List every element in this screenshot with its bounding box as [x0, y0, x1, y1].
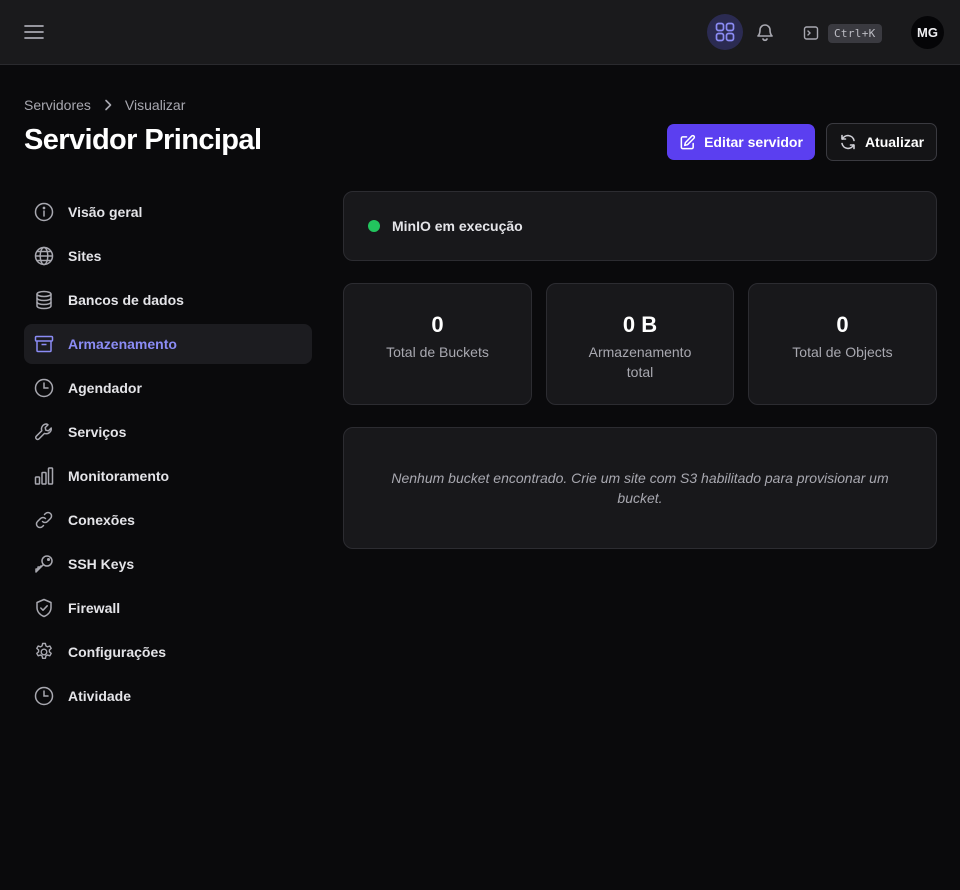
stat-card-buckets: 0 Total de Buckets [343, 283, 532, 405]
sidebar-item-label: Conexões [68, 512, 135, 528]
minio-status-card: MinIO em execução [343, 191, 937, 261]
sidebar-item-databases[interactable]: Bancos de dados [24, 280, 312, 320]
wrench-icon [34, 422, 54, 442]
sidebar-item-settings[interactable]: Configurações [24, 632, 312, 672]
sidebar-item-label: Atividade [68, 688, 132, 704]
apps-button[interactable] [707, 14, 743, 50]
refresh-button[interactable]: Atualizar [826, 123, 937, 161]
sidebar-item-connections[interactable]: Conexões [24, 500, 312, 540]
database-icon [34, 290, 54, 310]
stat-label: Total de Objects [792, 344, 893, 360]
info-icon [34, 202, 54, 222]
stat-label: Armazenamento total [588, 344, 692, 380]
sidebar-item-ssh-keys[interactable]: SSH Keys [24, 544, 312, 584]
bar-chart-icon [34, 466, 54, 486]
clock-icon [34, 378, 54, 398]
globe-icon [34, 246, 54, 266]
page-title: Servidor Principal [24, 124, 262, 156]
stat-label: Total de Buckets [386, 344, 489, 360]
clock-icon [34, 686, 54, 706]
top-bar: Ctrl+K MG [0, 0, 960, 65]
link-icon [34, 510, 54, 530]
command-palette-button[interactable]: Ctrl+K [803, 20, 882, 46]
status-indicator-dot [368, 220, 380, 232]
empty-state-message: Nenhum bucket encontrado. Crie um site c… [391, 470, 889, 506]
stat-value: 0 [836, 312, 849, 337]
stat-card-objects: 0 Total de Objects [748, 283, 937, 405]
breadcrumb-current: Visualizar [124, 97, 186, 113]
stat-value: 0 [431, 312, 444, 337]
sidebar-item-label: Sites [68, 248, 102, 264]
sidebar-item-services[interactable]: Serviços [24, 412, 312, 452]
edit-icon [680, 134, 696, 149]
sidebar-item-activity[interactable]: Atividade [24, 676, 312, 716]
sidebar-item-label: Configurações [68, 644, 167, 660]
sidebar-item-label: Armazenamento [68, 336, 177, 352]
shield-check-icon [34, 598, 54, 618]
sidebar-item-label: Firewall [68, 600, 121, 616]
gear-icon [34, 642, 54, 662]
sidebar: Visão geral Sites Bancos de dados Armaze… [24, 192, 312, 720]
refresh-icon [841, 134, 855, 150]
chevron-right-icon [104, 99, 112, 111]
notifications-button[interactable] [751, 18, 779, 46]
refresh-label: Atualizar [864, 134, 925, 150]
breadcrumb-servers-link[interactable]: Servidores [24, 97, 91, 113]
edit-server-button[interactable]: Editar servidor [667, 124, 815, 160]
archive-icon [34, 334, 54, 354]
stat-card-storage: 0 B Armazenamento total [546, 283, 734, 405]
key-icon [34, 554, 54, 574]
sidebar-item-label: Agendador [68, 380, 142, 396]
empty-state-card: Nenhum bucket encontrado. Crie um site c… [343, 427, 937, 549]
user-avatar[interactable]: MG [911, 16, 944, 49]
hamburger-menu-icon [24, 25, 44, 39]
sidebar-item-label: Monitoramento [68, 468, 170, 484]
grid-icon [715, 22, 735, 42]
keyboard-shortcut: Ctrl+K [828, 23, 882, 43]
sidebar-item-label: Visão geral [68, 204, 143, 220]
sidebar-item-label: SSH Keys [68, 556, 135, 572]
breadcrumb: Servidores Visualizar [24, 97, 185, 113]
sidebar-item-label: Bancos de dados [68, 292, 184, 308]
sidebar-item-firewall[interactable]: Firewall [24, 588, 312, 628]
sidebar-item-label: Serviços [68, 424, 127, 440]
stat-value: 0 B [622, 312, 658, 337]
sidebar-item-monitoring[interactable]: Monitoramento [24, 456, 312, 496]
terminal-icon [803, 26, 819, 40]
sidebar-item-sites[interactable]: Sites [24, 236, 312, 276]
sidebar-item-overview[interactable]: Visão geral [24, 192, 312, 232]
status-text: MinIO em execução [392, 218, 523, 234]
sidebar-item-storage[interactable]: Armazenamento [24, 324, 312, 364]
edit-server-label: Editar servidor [704, 134, 803, 150]
bell-icon [757, 24, 773, 42]
sidebar-item-scheduler[interactable]: Agendador [24, 368, 312, 408]
menu-button[interactable] [20, 18, 48, 46]
